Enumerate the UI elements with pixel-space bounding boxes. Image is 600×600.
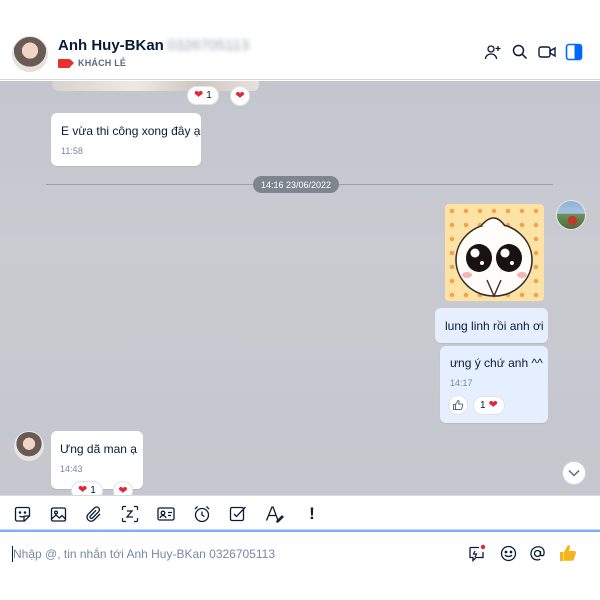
reaction-heart-count[interactable]: ❤ 1 [187,86,219,105]
message-text: ưng ý chứ anh ^^ [450,356,543,370]
my-avatar[interactable] [556,200,586,230]
heart-icon: ❤ [488,399,498,411]
contact-avatar-small[interactable] [14,431,44,461]
contact-name[interactable]: Anh Huy-BKan 0326705113 [58,37,249,54]
message-time: 11:58 [61,146,83,156]
thumbs-up-icon [453,399,464,410]
photo-message[interactable] [52,81,259,91]
message-text: Ưng dã man ạ [60,442,137,456]
add-reaction-button[interactable]: ❤ [230,86,250,106]
heart-icon: ❤ [78,484,88,496]
video-call-icon[interactable] [537,42,557,62]
message-time: 14:43 [60,464,83,474]
sticker-message[interactable] [445,204,544,301]
text-format-icon[interactable] [264,504,284,524]
heart-icon: ❤ [118,484,128,495]
add-reaction-button[interactable]: ❤ [113,481,133,495]
message-composer[interactable]: Nhập @, tin nhắn tới Anh Huy-BKan 032670… [0,530,600,574]
message-text: E vừa thi công xong đây ạ [61,124,201,138]
message-list[interactable]: ❤ 1 ❤ E vừa thi công xong đây ạ 11:58 14… [0,81,600,495]
scroll-to-bottom-button[interactable] [562,461,586,485]
message-text: lung linh rồi anh ơi [445,319,544,333]
reaction-count: 1 [480,400,486,411]
tag-label: KHÁCH LẺ [78,58,127,68]
tag-icon [58,58,74,68]
contact-card-icon[interactable] [156,504,176,524]
add-member-icon[interactable] [483,42,503,62]
contact-name-text: Anh Huy-BKan [58,37,164,54]
task-icon[interactable] [228,504,248,524]
attachment-icon[interactable] [84,504,104,524]
message-time: 14:17 [450,378,473,388]
reaction-heart-count[interactable]: 1 ❤ [473,396,505,415]
screenshot-icon[interactable] [120,504,140,524]
reaction-heart-count[interactable]: ❤ 1 [71,481,103,495]
search-icon[interactable] [510,42,530,62]
reminder-icon[interactable] [192,504,212,524]
image-icon[interactable] [48,504,68,524]
sticker-icon[interactable] [12,504,32,524]
quick-message-icon[interactable] [467,543,487,563]
composer-toolbar: ! [0,495,600,530]
reaction-count: 1 [90,485,96,495]
like-icon[interactable] [558,543,578,563]
chevron-down-icon [568,469,580,477]
sidebar-toggle-icon[interactable] [564,42,584,62]
heart-icon: ❤ [194,89,204,101]
message-bubble-sent[interactable]: lung linh rồi anh ơi [435,308,548,343]
contact-avatar[interactable] [12,36,48,72]
chat-header: Anh Huy-BKan 0326705113 KHÁCH LẺ [0,0,600,80]
urgent-icon[interactable]: ! [302,504,322,524]
message-bubble-received[interactable]: Ưng dã man ạ 14:43 [51,431,143,489]
like-reaction-button[interactable] [448,395,468,415]
emoji-icon[interactable] [498,543,518,563]
contact-phone: 0326705113 [166,37,250,54]
message-input[interactable]: Nhập @, tin nhắn tới Anh Huy-BKan 032670… [13,547,275,561]
reaction-count: 1 [206,90,212,101]
heart-icon: ❤ [235,89,245,102]
message-bubble-received[interactable]: E vừa thi công xong đây ạ 11:58 [51,113,201,166]
contact-tag[interactable]: KHÁCH LẺ [58,58,126,68]
mention-icon[interactable] [527,543,547,563]
date-divider-label: 14:16 23/06/2022 [253,176,340,193]
